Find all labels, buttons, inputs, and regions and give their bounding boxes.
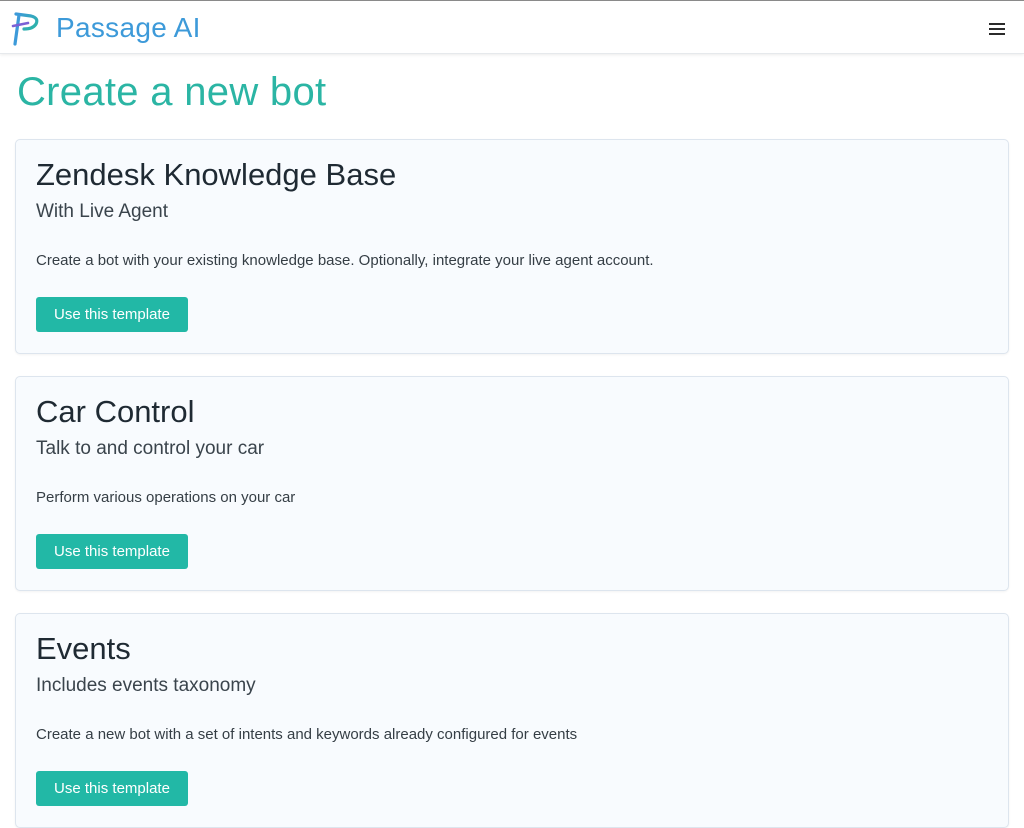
template-card-events: Events Includes events taxonomy Create a…: [15, 613, 1009, 828]
template-description: Create a new bot with a set of intents a…: [36, 726, 578, 743]
page-title: Create a new bot: [17, 70, 327, 114]
brand-name[interactable]: Passage AI: [56, 12, 201, 44]
template-subtitle: Talk to and control your car: [36, 438, 265, 459]
use-template-button[interactable]: Use this template: [36, 534, 188, 569]
template-title: Car Control: [36, 394, 195, 429]
template-card-zendesk: Zendesk Knowledge Base With Live Agent C…: [15, 139, 1009, 354]
template-title: Events: [36, 631, 131, 666]
template-card-car-control: Car Control Talk to and control your car…: [15, 376, 1009, 591]
template-description: Create a bot with your existing knowledg…: [36, 252, 654, 269]
passage-logo-icon[interactable]: [11, 12, 41, 46]
top-navbar: Passage AI: [0, 0, 1024, 54]
template-title: Zendesk Knowledge Base: [36, 157, 397, 192]
hamburger-menu-icon[interactable]: [986, 20, 1008, 38]
template-description: Perform various operations on your car: [36, 489, 296, 506]
use-template-button[interactable]: Use this template: [36, 771, 188, 806]
use-template-button[interactable]: Use this template: [36, 297, 188, 332]
template-subtitle: With Live Agent: [36, 201, 169, 222]
template-subtitle: Includes events taxonomy: [36, 675, 256, 696]
